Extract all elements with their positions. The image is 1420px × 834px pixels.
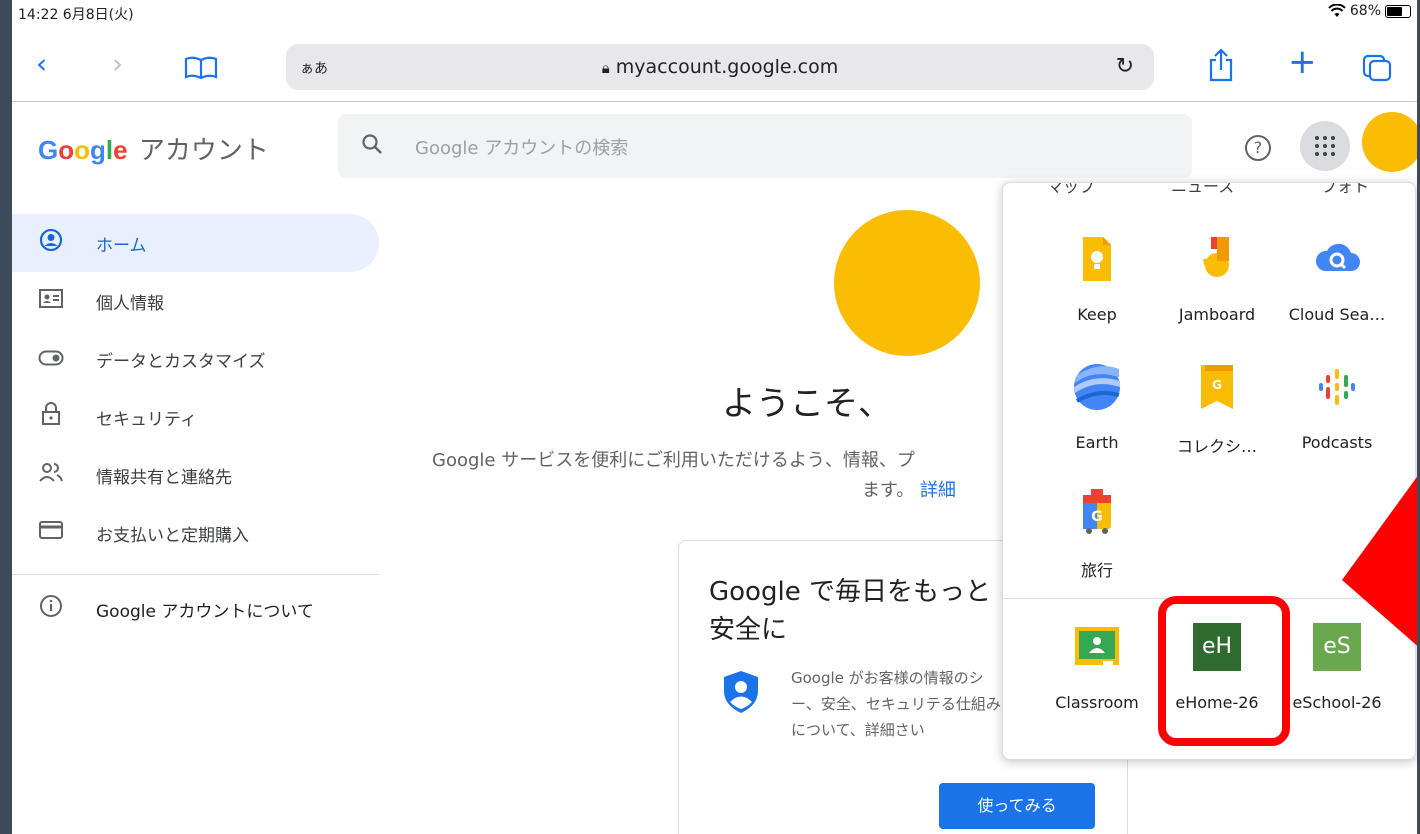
url-text: myaccount.google.com — [615, 56, 839, 78]
info-icon — [36, 594, 66, 624]
app-label-maps[interactable]: マップ — [1047, 183, 1095, 197]
battery-icon — [1385, 4, 1411, 18]
app-label-news[interactable]: ニュース — [1171, 183, 1234, 197]
forward-icon[interactable]: › — [112, 50, 123, 78]
sidebar-divider — [12, 574, 379, 575]
logo-letter: g — [90, 135, 106, 165]
card-title: Google で毎日をもっと安全に — [709, 577, 991, 645]
people-icon — [36, 461, 66, 489]
svg-text:G: G — [1212, 378, 1222, 392]
app-label-photos[interactable]: フォト — [1321, 183, 1369, 197]
tabs-icon[interactable] — [1362, 54, 1392, 82]
app-label: Jamboard — [1178, 305, 1256, 324]
search-icon — [360, 132, 384, 162]
lock-icon: 🔒︎ — [601, 59, 610, 77]
sidebar-item-label: 個人情報 — [96, 293, 164, 314]
search-placeholder: Google アカウントの検索 — [415, 138, 629, 159]
logo-letter: o — [74, 135, 91, 165]
logo-letter: G — [38, 135, 59, 165]
wifi-icon — [1328, 4, 1346, 17]
sidebar-item-data[interactable]: データとカスタマイズ — [12, 330, 379, 388]
google-apps-button[interactable] — [1300, 121, 1350, 171]
address-bar[interactable]: ぁあ 🔒︎ myaccount.google.com ↻ — [286, 44, 1154, 90]
sidebar-item-label: 情報共有と連絡先 — [96, 467, 232, 488]
sidebar-item-personal-info[interactable]: 個人情報 — [12, 272, 379, 330]
help-icon[interactable]: ? — [1245, 135, 1271, 161]
google-account-logo[interactable]: Google アカウント — [38, 130, 269, 167]
credit-card-icon — [36, 520, 66, 546]
svg-text:G: G — [1091, 509, 1103, 525]
bookmarks-icon[interactable] — [184, 56, 218, 80]
url-display[interactable]: 🔒︎ myaccount.google.com — [286, 56, 1154, 78]
share-icon[interactable] — [1208, 48, 1234, 82]
toggle-icon — [36, 347, 66, 372]
new-tab-icon[interactable]: + — [1288, 45, 1317, 79]
keep-icon — [1083, 237, 1111, 281]
collections-icon: G — [1201, 365, 1233, 409]
sidebar-item-label: Google アカウントについて — [96, 601, 314, 622]
sidebar-item-about[interactable]: Google アカウントについて — [12, 580, 379, 638]
status-bar: 14:22 6月8日(火) 68% — [12, 0, 1417, 26]
google-wordmark: Google — [38, 135, 135, 165]
earth-icon — [1074, 364, 1120, 410]
cloud-search-icon — [1315, 243, 1360, 271]
profile-picture[interactable] — [834, 210, 980, 356]
id-card-icon — [36, 287, 66, 315]
jamboard-icon — [1203, 237, 1229, 277]
logo-letter: e — [113, 135, 128, 165]
account-circle-icon — [36, 228, 66, 258]
sidebar-item-home[interactable]: ホーム — [12, 214, 379, 272]
try-button[interactable]: 使ってみる — [939, 783, 1095, 829]
back-icon[interactable]: ‹ — [36, 50, 47, 78]
classroom-icon — [1075, 627, 1119, 665]
sidebar-item-security[interactable]: セキュリティ — [12, 388, 379, 446]
browser-toolbar: ‹ › ぁあ 🔒︎ myaccount.google.com ↻ + — [12, 26, 1417, 102]
details-link[interactable]: 詳細 — [920, 480, 956, 501]
podcasts-icon — [1319, 369, 1355, 405]
app-label: 旅行 — [1080, 561, 1113, 580]
logo-suffix: アカウント — [138, 135, 269, 165]
lock-icon — [36, 402, 66, 432]
battery-percent: 68% — [1349, 3, 1381, 19]
welcome-heading: ようこそ、 — [722, 384, 892, 424]
sidebar-item-label: ホーム — [96, 235, 147, 256]
ehome-highlight-box — [1158, 596, 1290, 746]
account-avatar[interactable] — [1362, 112, 1417, 172]
app-label: Podcasts — [1301, 433, 1373, 452]
welcome-description-line1: Google サービスを便利にご利用いただけるよう、情報、プ — [432, 450, 915, 471]
app-label: Earth — [1075, 433, 1119, 452]
shield-icon — [724, 671, 758, 713]
reload-icon[interactable]: ↻ — [1116, 54, 1134, 79]
travel-icon: G — [1083, 489, 1111, 534]
sidebar-item-payments[interactable]: お支払いと定期購入 — [12, 504, 379, 562]
app-label: Cloud Sea… — [1288, 305, 1386, 324]
status-time: 14:22 6月8日(火) — [18, 7, 134, 23]
sidebar-item-label: セキュリティ — [96, 409, 197, 430]
status-right: 68% — [1328, 3, 1411, 19]
logo-letter: o — [58, 135, 75, 165]
app-label: Keep — [1077, 305, 1117, 324]
sidebar-item-sharing[interactable]: 情報共有と連絡先 — [12, 446, 379, 504]
welcome-description-end: ます。 — [862, 480, 915, 501]
sidebar-item-label: お支払いと定期購入 — [96, 525, 249, 546]
apps-grid-icon — [1315, 136, 1335, 156]
ipad-screen: 14:22 6月8日(火) 68% ‹ › ぁあ 🔒︎ myaccount.go… — [0, 0, 1420, 834]
card-body: Google がお客様の情報のシー、安全、セキュリテる仕組みについて、詳細さい — [791, 669, 1001, 739]
red-arrow-icon — [1342, 476, 1417, 646]
app-label: コレクシ… — [1176, 437, 1257, 456]
app-label: Classroom — [1055, 693, 1139, 712]
app-label: eSchool-26 — [1292, 693, 1382, 712]
account-search-input[interactable]: Google アカウントの検索 — [338, 114, 1192, 178]
sidebar-item-label: データとカスタマイズ — [96, 351, 266, 372]
